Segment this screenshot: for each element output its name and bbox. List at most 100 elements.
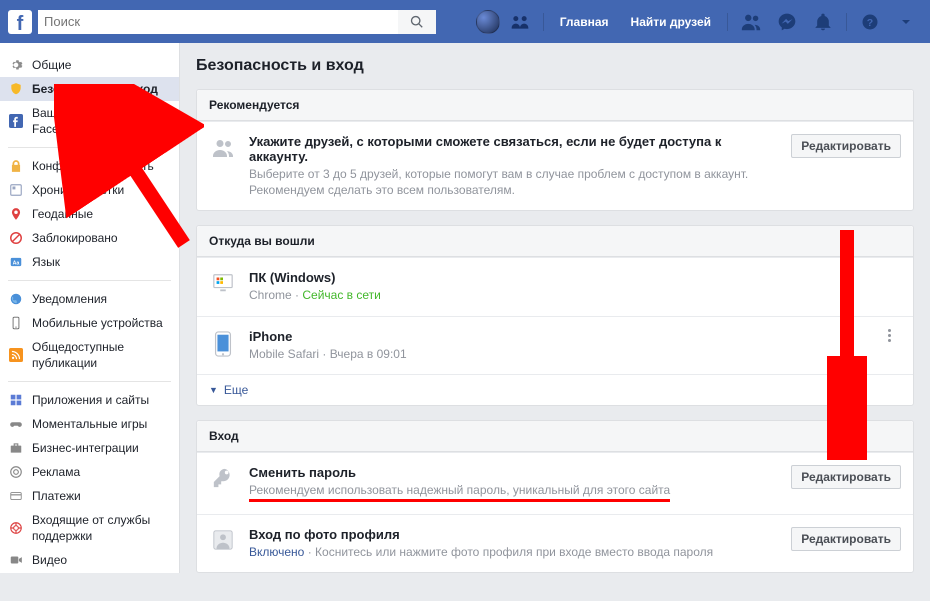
session-sub: Mobile Safari · Вчера в 09:01 [249,346,877,362]
session-row: iPhone Mobile Safari · Вчера в 09:01 [197,316,913,374]
sessions-card: Откуда вы вошли ПК (Windows) Chrome · Се… [196,225,914,405]
sidebar-item-security[interactable]: Безопасность и вход [0,77,179,101]
sidebar-item-your-info[interactable]: Ваша информация на Facebook [0,101,179,141]
friends-icon [209,134,237,160]
mobile-icon [8,315,24,331]
sidebar-separator [8,381,171,382]
trusted-contacts-row: Укажите друзей, с которыми сможете связа… [197,121,913,210]
sidebar-item-label: Конфиденциальность [32,158,171,174]
sidebar-item-label: Ваша информация на Facebook [32,105,171,137]
change-password-row: Сменить пароль Рекомендуем использовать … [197,452,913,514]
avatar[interactable] [476,10,500,34]
card-heading: Вход [197,421,913,452]
apps-icon [8,392,24,408]
sidebar-item-payments[interactable]: Платежи [0,484,179,508]
sidebar-item-mobile[interactable]: Мобильные устройства [0,311,179,335]
key-icon [209,465,237,489]
session-sub: Chrome · Сейчас в сети [249,287,901,303]
sidebar-item-label: Общедоступные публикации [32,339,171,371]
search-icon [410,15,424,29]
sidebar-item-timeline[interactable]: Хроника и метки [0,178,179,202]
sidebar-item-label: Общие [32,57,171,73]
search-input[interactable] [38,10,398,34]
sidebar-item-notifications[interactable]: Уведомления [0,287,179,311]
sidebar-item-public-posts[interactable]: Общедоступные публикации [0,335,179,375]
edit-button[interactable]: Редактировать [791,527,901,551]
sidebar-item-label: Безопасность и вход [32,81,171,97]
card-heading: Откуда вы вошли [197,226,913,257]
sidebar-item-privacy[interactable]: Конфиденциальность [0,154,179,178]
lock-icon [8,158,24,174]
facebook-logo[interactable]: f [8,10,32,34]
monitor-icon [209,270,237,294]
video-icon [8,552,24,568]
row-subtitle: Рекомендуем использовать надежный пароль… [249,482,783,502]
sidebar-item-label: Мобильные устройства [32,315,171,331]
sidebar-separator [8,147,171,148]
gamepad-icon [8,416,24,432]
briefcase-icon [8,440,24,456]
target-icon [8,464,24,480]
recommended-card: Рекомендуется Укажите друзей, с которыми… [196,89,914,211]
avatar-square-icon [209,527,237,551]
search-button[interactable] [398,10,436,34]
sidebar-item-label: Приложения и сайты [32,392,171,408]
svg-text:?: ? [867,16,873,28]
session-title: iPhone [249,329,877,344]
find-friends-link[interactable]: Найти друзей [622,15,720,29]
svg-text:Aa: Aa [13,260,20,266]
edit-button[interactable]: Редактировать [791,465,901,489]
sidebar-item-label: Входящие от службы поддержки [32,512,171,544]
sidebar-item-ads[interactable]: Реклама [0,460,179,484]
card-icon [8,488,24,504]
sidebar-item-label: Хроника и метки [32,182,171,198]
language-icon: Aa [8,254,24,270]
sidebar-item-label: Язык [32,254,171,270]
sidebar-item-label: Моментальные игры [32,416,171,432]
block-icon [8,230,24,246]
sidebar-item-label: Видео [32,552,171,568]
sidebar-item-general[interactable]: Общие [0,53,179,77]
row-subtitle: Включено · Коснитесь или нажмите фото пр… [249,544,783,560]
sidebar-item-label: Платежи [32,488,171,504]
sidebar-item-videos[interactable]: Видео [0,548,179,572]
login-card: Вход Сменить пароль Рекомендуем использо… [196,420,914,573]
sidebar-item-business[interactable]: Бизнес-интеграции [0,436,179,460]
topbar-right: Главная Найти друзей ? [476,10,922,34]
sidebar-item-label: Геоданные [32,206,171,222]
sidebar-separator [8,280,171,281]
privacy-shortcut-icon[interactable] [508,10,532,34]
sidebar-item-instant-games[interactable]: Моментальные игры [0,412,179,436]
session-more-menu[interactable] [877,329,901,342]
notifications-icon[interactable] [811,10,835,34]
pin-icon [8,206,24,222]
session-title: ПК (Windows) [249,270,901,285]
help-icon[interactable]: ? [858,10,882,34]
friend-requests-icon[interactable] [739,10,763,34]
main-content: Безопасность и вход Рекомендуется Укажит… [180,43,930,601]
dropdown-icon[interactable] [894,10,918,34]
sidebar-item-location[interactable]: Геоданные [0,202,179,226]
globe-icon [8,291,24,307]
page-title: Безопасность и вход [196,57,914,75]
card-heading: Рекомендуется [197,90,913,121]
row-subtitle: Выберите от 3 до 5 друзей, которые помог… [249,166,783,198]
sidebar-item-language[interactable]: Aa Язык [0,250,179,274]
row-title: Вход по фото профиля [249,527,783,542]
show-more[interactable]: ▼Еще [197,374,913,405]
edit-button[interactable]: Редактировать [791,134,901,158]
messenger-icon[interactable] [775,10,799,34]
rss-icon [8,347,24,363]
sidebar-item-support-inbox[interactable]: Входящие от службы поддержки [0,508,179,548]
sidebar-item-apps[interactable]: Приложения и сайты [0,388,179,412]
timeline-icon [8,182,24,198]
sidebar-item-label: Заблокировано [32,230,171,246]
session-row: ПК (Windows) Chrome · Сейчас в сети [197,257,913,315]
row-title: Сменить пароль [249,465,783,480]
search-wrap [38,10,436,34]
sidebar-item-blocking[interactable]: Заблокировано [0,226,179,250]
row-title: Укажите друзей, с которыми сможете связа… [249,134,783,164]
home-link[interactable]: Главная [551,15,618,29]
chevron-down-icon: ▼ [209,385,218,395]
topbar: f Главная Найти друзей ? [0,0,930,43]
